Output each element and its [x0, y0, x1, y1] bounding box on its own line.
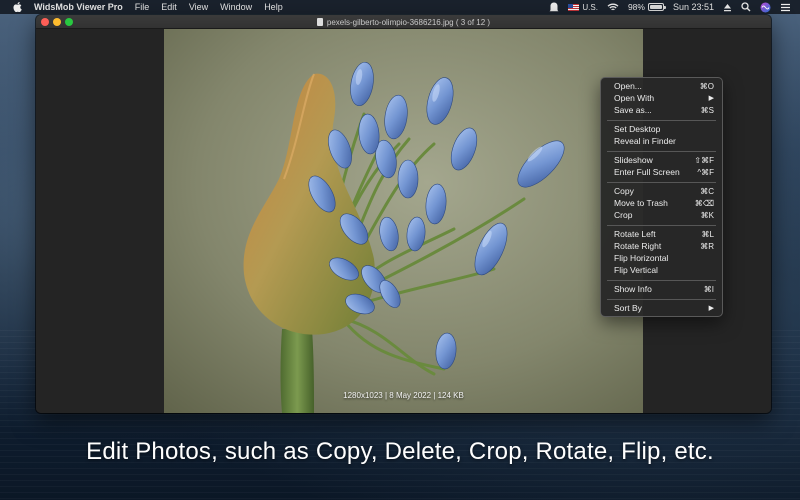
- menu-item-open[interactable]: Open... ⌘O: [601, 80, 722, 92]
- search-icon[interactable]: [741, 2, 751, 12]
- submenu-arrow-icon: ▶: [708, 95, 714, 102]
- menu-item-label: Copy: [614, 186, 634, 196]
- menu-bar: WidsMob Viewer Pro File Edit View Window…: [0, 0, 800, 14]
- menu-item-label: Enter Full Screen: [614, 167, 680, 177]
- menu-file[interactable]: File: [135, 2, 150, 12]
- eject-icon[interactable]: [723, 3, 732, 12]
- image-file-icon: [316, 18, 323, 26]
- photo-image[interactable]: 1280x1023 | 8 May 2022 | 124 KB: [164, 29, 643, 413]
- us-flag-icon: [568, 3, 580, 11]
- menu-item-shortcut: ⌘S: [700, 105, 714, 115]
- menu-item-flip-horizontal[interactable]: Flip Horizontal: [601, 252, 722, 264]
- clock[interactable]: Sun 23:51: [673, 2, 714, 12]
- wifi-icon[interactable]: [607, 3, 619, 12]
- menu-item-shortcut: ⌘I: [703, 284, 714, 294]
- menu-item-save-as[interactable]: Save as... ⌘S: [601, 104, 722, 116]
- menu-separator: [607, 151, 716, 152]
- menu-item-label: Flip Horizontal: [614, 253, 669, 263]
- menu-item-shortcut: ^⌘F: [697, 167, 714, 177]
- menu-item-slideshow[interactable]: Slideshow ⇧⌘F: [601, 154, 722, 166]
- menu-item-shortcut: ⌘O: [699, 81, 714, 91]
- menu-item-flip-vertical[interactable]: Flip Vertical: [601, 264, 722, 276]
- menu-item-label: Open...: [614, 81, 642, 91]
- menu-item-open-with[interactable]: Open With ▶: [601, 92, 722, 104]
- status-area: U.S. 98% Sun 23:51: [549, 0, 800, 14]
- menu-separator: [607, 182, 716, 183]
- battery-percent: 98%: [627, 2, 645, 12]
- menu-item-label: Show Info: [614, 284, 652, 294]
- menu-item-label: Flip Vertical: [614, 265, 658, 275]
- menu-item-label: Set Desktop: [614, 124, 661, 134]
- ghost-app-icon[interactable]: [549, 2, 559, 12]
- window-title-text: pexels-gilberto-olimpio-3686216.jpg ( 3 …: [326, 17, 491, 27]
- menu-item-shortcut: ⌘L: [701, 229, 714, 239]
- input-source-label: U.S.: [582, 2, 598, 12]
- menu-item-crop[interactable]: Crop ⌘K: [601, 209, 722, 221]
- menu-item-shortcut: ⌘R: [700, 241, 714, 251]
- menu-item-move-to-trash[interactable]: Move to Trash ⌘⌫: [601, 197, 722, 209]
- menu-item-rotate-right[interactable]: Rotate Right ⌘R: [601, 240, 722, 252]
- battery-level-fill: [649, 5, 662, 9]
- menu-item-shortcut: ⌘C: [700, 186, 714, 196]
- menu-item-label: Move to Trash: [614, 198, 668, 208]
- menu-item-reveal-in-finder[interactable]: Reveal in Finder: [601, 135, 722, 147]
- menu-edit[interactable]: Edit: [161, 2, 177, 12]
- menu-item-label: Crop: [614, 210, 633, 220]
- menu-item-shortcut: ⌘⌫: [694, 198, 714, 208]
- menu-item-shortcut: ⌘K: [700, 210, 714, 220]
- siri-icon[interactable]: [760, 2, 771, 13]
- menu-item-copy[interactable]: Copy ⌘C: [601, 185, 722, 197]
- battery-icon: [647, 3, 666, 11]
- menu-item-label: Save as...: [614, 105, 652, 115]
- menu-item-label: Slideshow: [614, 155, 653, 165]
- menu-item-label: Open With: [614, 93, 655, 103]
- menu-view[interactable]: View: [189, 2, 208, 12]
- context-menu: Open... ⌘O Open With ▶ Save as... ⌘S Set De…: [600, 77, 723, 317]
- menu-item-set-desktop[interactable]: Set Desktop: [601, 123, 722, 135]
- submenu-arrow-icon: ▶: [708, 305, 714, 312]
- menu-app-name[interactable]: WidsMob Viewer Pro: [34, 2, 123, 12]
- window-titlebar[interactable]: pexels-gilberto-olimpio-3686216.jpg ( 3 …: [36, 15, 771, 29]
- menu-item-label: Rotate Left: [614, 229, 656, 239]
- menu-item-label: Sort By: [614, 303, 642, 313]
- menu-item-show-info[interactable]: Show Info ⌘I: [601, 283, 722, 295]
- menu-item-rotate-left[interactable]: Rotate Left ⌘L: [601, 228, 722, 240]
- menu-separator: [607, 299, 716, 300]
- menu-item-enter-full-screen[interactable]: Enter Full Screen ^⌘F: [601, 166, 722, 178]
- flower-illustration: [164, 29, 643, 413]
- menu-window[interactable]: Window: [220, 2, 252, 12]
- apple-menu-icon[interactable]: [10, 2, 24, 12]
- menu-separator: [607, 120, 716, 121]
- menu-separator: [607, 225, 716, 226]
- promo-caption: Edit Photos, such as Copy, Delete, Crop,…: [86, 438, 714, 465]
- input-source-menu[interactable]: U.S.: [568, 3, 598, 12]
- battery-menu[interactable]: 98%: [627, 2, 666, 12]
- menu-separator: [607, 280, 716, 281]
- photo-info-overlay: 1280x1023 | 8 May 2022 | 124 KB: [343, 391, 464, 400]
- window-title: pexels-gilberto-olimpio-3686216.jpg ( 3 …: [36, 15, 771, 29]
- menu-item-sort-by[interactable]: Sort By ▶: [601, 302, 722, 314]
- control-center-icon[interactable]: [780, 3, 791, 12]
- menu-help[interactable]: Help: [264, 2, 283, 12]
- menu-item-label: Reveal in Finder: [614, 136, 676, 146]
- menu-item-shortcut: ⇧⌘F: [694, 155, 714, 165]
- menu-item-label: Rotate Right: [614, 241, 662, 251]
